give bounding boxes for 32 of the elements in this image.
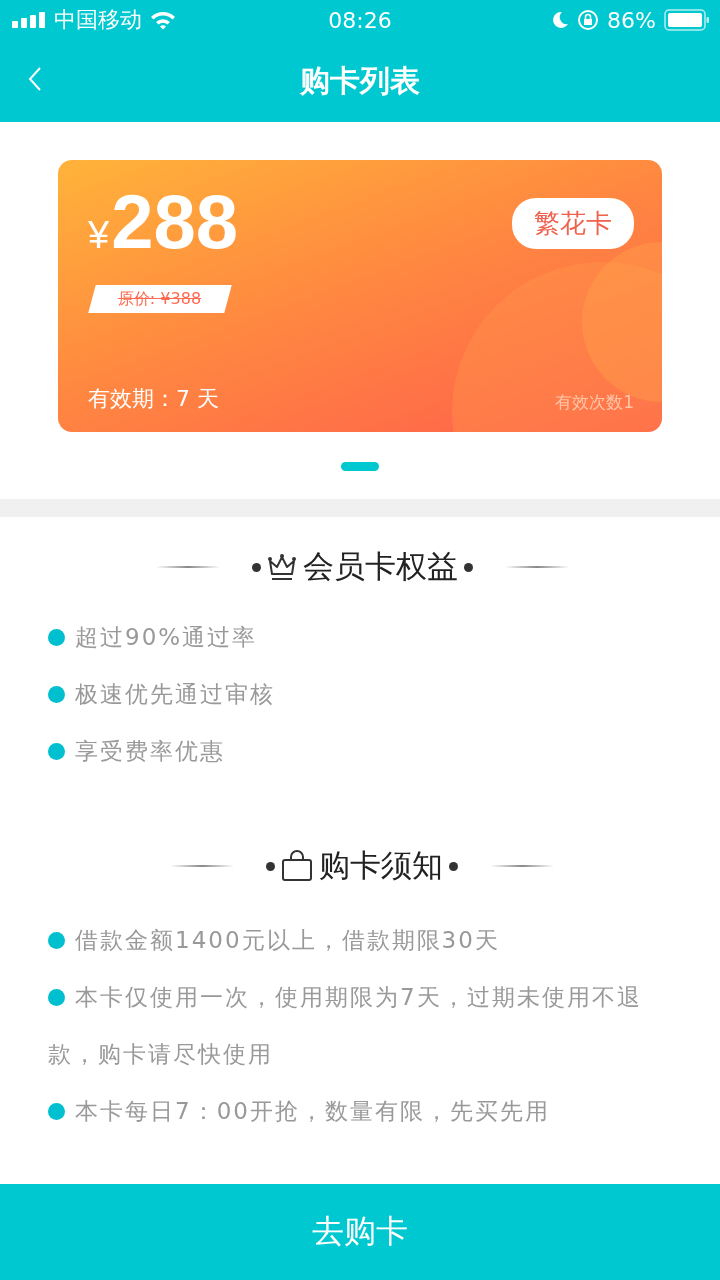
back-icon [28, 66, 42, 92]
buy-card-button[interactable]: 去购卡 [0, 1184, 720, 1280]
status-time: 08:26 [328, 7, 392, 33]
rotation-lock-icon [577, 9, 600, 31]
dot-ornament [449, 861, 458, 871]
bag-icon [281, 850, 313, 882]
list-item: 超过90%通过率 [48, 609, 676, 666]
usage-count: 有效次数1 [555, 391, 634, 414]
carrier-name: 中国移动 [54, 6, 142, 34]
card-name-badge: 繁花卡 [512, 198, 634, 249]
card-price: ¥288 [88, 184, 238, 266]
dot-ornament [463, 562, 473, 572]
list-item: 借款金额1400元以上，借款期限30天 [48, 912, 676, 969]
page-indicator[interactable] [341, 462, 379, 471]
list-item: 享受费率优惠 [48, 723, 676, 780]
battery-percent: 86% [607, 7, 656, 33]
list-item: 极速优先通过审核 [48, 666, 676, 723]
list-item: 本卡每日7：00开抢，数量有限，先买先用 [48, 1083, 676, 1140]
dot-ornament [251, 562, 261, 572]
section-title: 会员卡权益 [302, 547, 458, 586]
list-item: 本卡仅使用一次，使用期限为7天，过期未使用不退款，购卡请尽快使用 [48, 983, 643, 1069]
moon-icon [551, 11, 570, 29]
page-title: 购卡列表 [300, 61, 420, 100]
dot-ornament [266, 861, 275, 871]
wifi-icon [150, 10, 176, 30]
original-price-tag: 原价: ¥388 [88, 285, 232, 313]
section-title: 购卡须知 [319, 846, 443, 885]
battery-icon [664, 9, 710, 31]
validity-period: 有效期：7 天 [88, 385, 219, 413]
signal-icon [12, 12, 46, 28]
crown-icon [266, 552, 297, 582]
membership-card[interactable]: ¥288 原价: ¥388 繁花卡 有效期：7 天 有效次数1 [58, 160, 662, 432]
